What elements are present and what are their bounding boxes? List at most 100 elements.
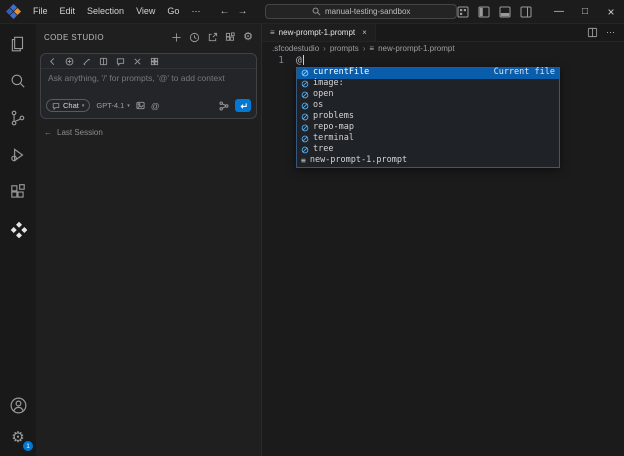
run-debug-icon[interactable] [7,144,29,166]
suggest-item-open[interactable]: open [297,89,559,101]
customize-layout-icon[interactable] [457,6,469,18]
source-control-icon[interactable] [7,107,29,129]
suggest-item-os[interactable]: os [297,100,559,112]
attach-image-icon[interactable] [136,101,145,110]
menu-go[interactable]: Go [162,4,184,19]
toggle-primary-sidebar-icon[interactable] [478,6,490,18]
model-selector[interactable]: GPT-4.1 ▾ [96,101,129,110]
suggest-label: terminal [313,133,354,144]
code-studio-view-icon[interactable] [7,218,29,240]
extensions-icon[interactable] [7,181,29,203]
suggest-detail: Current file [493,67,555,78]
more-actions-icon[interactable]: ⋯ [606,27,616,38]
tab-new-prompt-1[interactable]: ≡ new-prompt-1.prompt × [262,24,376,41]
menu-edit[interactable]: Edit [55,4,81,19]
search-view-icon[interactable] [7,70,29,92]
breadcrumb-folder[interactable]: prompts [330,44,359,53]
circle-plus-icon[interactable] [65,57,74,66]
sidebar-settings-icon[interactable]: ⚙ [243,31,253,43]
toggle-secondary-sidebar-icon[interactable] [520,6,532,18]
comment-icon[interactable] [116,57,125,66]
menu-view[interactable]: View [131,4,160,19]
maximize-button[interactable]: □ [572,0,598,23]
editor-content[interactable]: 1 @ currentFile Current file image: open… [262,55,624,456]
symbol-icon [301,69,309,77]
send-button[interactable] [235,99,251,112]
menu-overflow[interactable]: ⋯ [186,4,205,19]
chat-input[interactable]: Ask anything, '/' for prompts, '@' to ad… [41,69,256,96]
new-session-icon[interactable] [171,32,182,43]
open-external-icon[interactable] [207,32,218,43]
symbol-icon [301,124,309,132]
title-bar: File Edit Selection View Go ⋯ ← → manual… [0,0,624,24]
prompt-file-icon: ≡ [270,28,275,37]
share-icon[interactable] [219,101,229,111]
suggest-item-terminal[interactable]: terminal [297,133,559,145]
window-controls: — □ × [546,0,624,23]
suggest-label: problems [313,111,354,122]
suggest-label: currentFile [313,67,370,78]
menu-selection[interactable]: Selection [82,4,129,19]
split-editor-icon[interactable] [587,27,598,38]
suggest-item-problems[interactable]: problems [297,111,559,123]
line-number: 1 [278,55,284,66]
chevron-left-icon[interactable] [48,57,57,66]
settings-gear-icon[interactable]: ⚙ 1 [7,426,33,451]
account-icon[interactable] [7,394,29,416]
arrow-left-icon: ← [44,128,52,137]
last-session-link[interactable]: ← Last Session [44,128,261,137]
back-icon[interactable]: ← [219,6,229,17]
sidebar-header: CODE STUDIO ⚙ [36,24,261,50]
suggest-item-repo-map[interactable]: repo-map [297,122,559,134]
tab-close-icon[interactable]: × [362,28,367,37]
chat-box: Ask anything, '/' for prompts, '@' to ad… [40,53,257,119]
chat-input-placeholder: Ask anything, '/' for prompts, '@' to ad… [48,73,225,83]
chat-bottom-bar: Chat ▾ GPT-4.1 ▾ @ [41,96,256,118]
suggest-label: image: [313,78,344,89]
code-studio-sidebar: CODE STUDIO ⚙ Ask anything, '/' for prom… [36,24,262,456]
apps-grid-icon[interactable] [225,31,236,43]
history-nav: ← → [219,6,247,17]
line-number-gutter: 1 [262,55,296,456]
suggest-item-new-prompt-file[interactable]: ≡ new-prompt-1.prompt [297,155,559,167]
history-icon[interactable] [189,32,200,43]
command-center-search[interactable]: manual-testing-sandbox [265,4,457,19]
breadcrumb: .sfcodestudio › prompts › ≡ new-prompt-1… [262,42,624,55]
suggest-item-image[interactable]: image: [297,78,559,90]
suggest-label: os [313,100,324,111]
text-cursor [302,55,304,65]
suggest-widget: currentFile Current file image: open os [296,66,560,168]
settings-badge: 1 [23,441,33,451]
book-icon[interactable] [99,57,108,66]
grid-icon[interactable] [150,57,159,66]
mode-label: Chat [63,101,79,110]
breadcrumb-folder[interactable]: .sfcodestudio [272,44,319,53]
titlebar-right: — □ × [457,0,624,23]
minimize-button[interactable]: — [546,0,572,23]
suggest-item-currentfile[interactable]: currentFile Current file [297,67,559,79]
close-all-icon[interactable] [133,57,142,66]
suggest-item-tree[interactable]: tree [297,144,559,156]
activity-bar: ⚙ 1 [0,24,36,456]
suggest-label: repo-map [313,122,354,133]
tab-bar: ≡ new-prompt-1.prompt × ⋯ [262,24,624,42]
app-logo-icon [5,3,22,20]
breadcrumb-separator: › [323,44,326,53]
model-label: GPT-4.1 [96,101,125,110]
menu-file[interactable]: File [28,4,53,19]
prompt-file-icon: ≡ [369,44,375,53]
edit-pencil-icon[interactable] [82,57,91,66]
suggest-label: tree [313,144,334,155]
breadcrumb-file[interactable]: new-prompt-1.prompt [378,44,454,53]
close-button[interactable]: × [598,0,624,23]
mode-selector[interactable]: Chat ▾ [46,99,91,112]
toggle-panel-icon[interactable] [499,6,511,18]
search-icon [312,7,321,16]
symbol-icon [301,102,309,110]
enter-arrow-icon [240,102,247,109]
last-session-label: Last Session [57,128,103,137]
add-context-icon[interactable]: @ [151,101,160,111]
symbol-icon [301,80,309,88]
explorer-icon[interactable] [7,33,29,55]
forward-icon[interactable]: → [237,6,247,17]
